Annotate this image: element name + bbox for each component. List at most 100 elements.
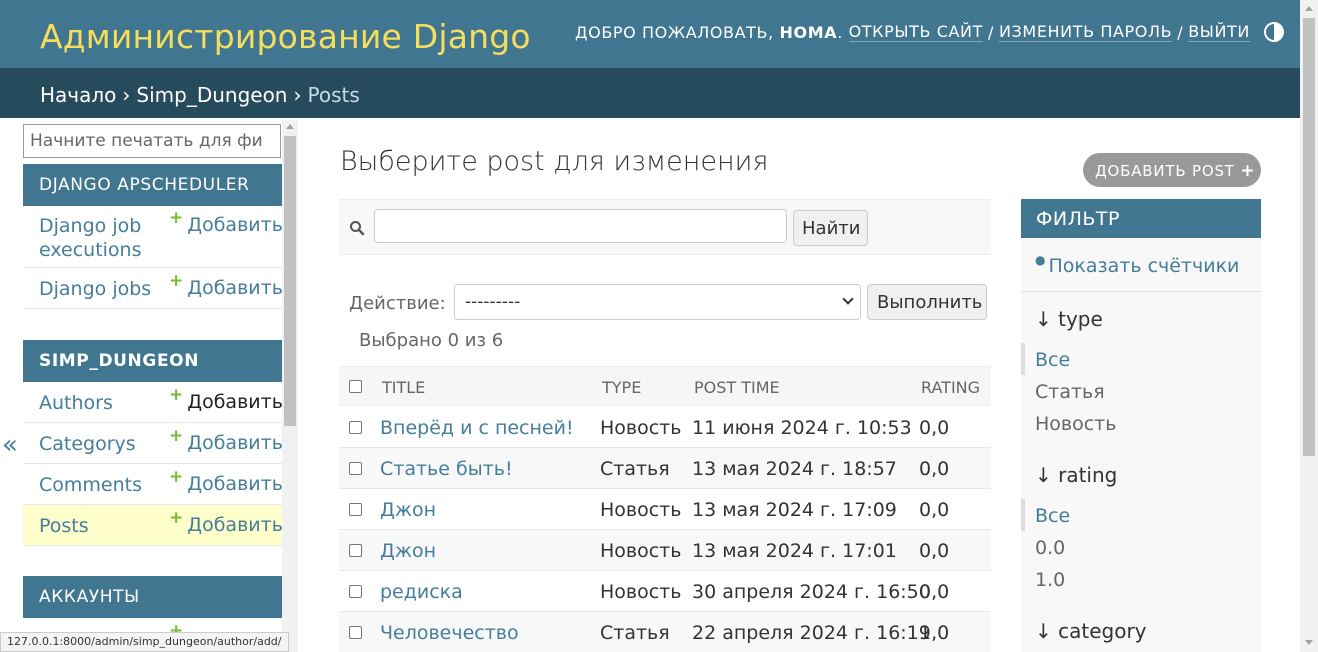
sidebar-item-comments: Comments + Добавить: [23, 464, 283, 505]
scrollbar-thumb[interactable]: [1303, 18, 1315, 456]
table-row: Джон Новость 13 мая 2024 г. 17:01 0,0: [339, 530, 991, 571]
post-type: Статья: [600, 622, 670, 644]
row-checkbox[interactable]: [349, 626, 362, 639]
post-rating: 0,0: [919, 458, 950, 480]
add-link[interactable]: + Добавить: [169, 508, 283, 536]
filter-choice[interactable]: Новость: [1035, 413, 1116, 435]
selected-marker: [1021, 499, 1025, 531]
plus-icon: +: [169, 508, 184, 528]
logout-link[interactable]: Выйти: [1188, 22, 1250, 42]
plus-icon: +: [169, 271, 184, 291]
view-site-link[interactable]: Открыть сайт: [848, 22, 983, 42]
post-title-link[interactable]: Вперёд и с песней!: [380, 417, 574, 439]
add-link[interactable]: + Добавить: [169, 467, 283, 495]
column-header-type[interactable]: Type: [602, 378, 641, 397]
model-link[interactable]: Django job executions: [39, 214, 159, 262]
show-counts-label: Показать счётчики: [1048, 255, 1240, 277]
model-link[interactable]: Django jobs: [39, 277, 151, 301]
post-title-link[interactable]: Джон: [380, 499, 436, 521]
sidebar-item-django-jobs: Django jobs + Добавить: [23, 268, 283, 309]
filter-choice[interactable]: Статья: [1035, 381, 1105, 403]
filter-choice[interactable]: 0.0: [1035, 537, 1065, 559]
changelist-filter: Фильтр ● Показать счётчики ↓ type Все Ста…: [1021, 199, 1261, 652]
show-counts-link[interactable]: ● Показать счётчики: [1035, 253, 1240, 277]
search-input[interactable]: [374, 209, 787, 243]
add-label: Добавить: [187, 277, 283, 299]
model-link[interactable]: Authors: [39, 391, 113, 415]
row-checkbox[interactable]: [349, 544, 362, 557]
eye-icon: ●: [1035, 253, 1046, 267]
chevron-down-icon: [842, 293, 854, 305]
table-row: Вперёд и с песней! Новость 11 июня 2024 …: [339, 407, 991, 448]
add-link[interactable]: + Добавить: [169, 271, 283, 299]
model-link[interactable]: Posts: [39, 514, 89, 538]
module-caption-accounts[interactable]: Аккаунты: [23, 576, 282, 618]
selected-marker: [1021, 343, 1025, 375]
select-all-checkbox[interactable]: [349, 380, 362, 393]
site-branding[interactable]: Администрирование Django: [40, 17, 531, 56]
breadcrumb-home[interactable]: Начало: [40, 83, 116, 107]
filter-heading-rating: ↓ rating: [1035, 463, 1118, 487]
sidebar-collapse-toggle[interactable]: «: [2, 430, 18, 460]
add-link[interactable]: + Добавить: [169, 426, 283, 454]
add-link[interactable]: + Добавить: [169, 385, 283, 413]
filter-choice[interactable]: Все: [1035, 349, 1070, 371]
user-tools: Добро пожаловать, HOMA. Открыть сайт / И…: [575, 22, 1284, 42]
add-link[interactable]: + Добавить: [169, 208, 283, 236]
action-select[interactable]: ---------: [454, 284, 861, 320]
sidebar-item-django-job-executions: Django job executions + Добавить: [23, 206, 283, 268]
divider: [1021, 291, 1261, 292]
separator: /: [987, 22, 994, 42]
page-scrollbar[interactable]: [1300, 0, 1318, 652]
sidebar-scrollbar[interactable]: [282, 120, 298, 652]
plus-icon: +: [1240, 161, 1256, 181]
add-post-label: Добавить post: [1095, 162, 1235, 180]
browser-status-bar: 127.0.0.1:8000/admin/simp_dungeon/author…: [0, 632, 289, 652]
module-caption-apscheduler[interactable]: Django APScheduler: [23, 164, 282, 206]
model-link[interactable]: Comments: [39, 473, 142, 497]
scroll-up-icon[interactable]: [1305, 6, 1313, 11]
scroll-down-icon[interactable]: [1305, 640, 1313, 645]
post-type: Новость: [600, 581, 682, 603]
row-checkbox[interactable]: [349, 421, 362, 434]
post-time: 11 июня 2024 г. 10:53: [692, 417, 912, 439]
scroll-up-icon[interactable]: [286, 124, 294, 129]
post-rating: 0,0: [919, 581, 950, 603]
add-post-button[interactable]: Добавить post +: [1083, 153, 1261, 187]
table-row: Статье быть! Статья 13 мая 2024 г. 18:57…: [339, 448, 991, 489]
post-type: Статья: [600, 458, 670, 480]
post-rating: 1,0: [919, 622, 950, 644]
model-link[interactable]: Categorys: [39, 432, 136, 456]
module-caption-simp-dungeon[interactable]: Simp_Dungeon: [23, 340, 282, 382]
post-title-link[interactable]: Человечество: [380, 622, 519, 644]
breadcrumb: Начало › Simp_Dungeon › Posts: [0, 68, 1300, 118]
row-checkbox[interactable]: [349, 462, 362, 475]
sidebar-filter-input[interactable]: Начните печатать для фи: [23, 124, 281, 158]
post-title-link[interactable]: Джон: [380, 540, 436, 562]
breadcrumb-app[interactable]: Simp_Dungeon: [136, 83, 287, 107]
post-title-link[interactable]: редиска: [380, 581, 463, 603]
sidebar-item-categorys: Categorys + Добавить: [23, 423, 283, 464]
filter-heading-category: ↓ category: [1035, 619, 1147, 643]
separator: /: [1177, 22, 1184, 42]
scrollbar-thumb[interactable]: [284, 136, 296, 426]
theme-toggle-icon[interactable]: [1264, 22, 1284, 42]
row-checkbox[interactable]: [349, 585, 362, 598]
search-icon: [350, 221, 365, 236]
column-header-title[interactable]: Title: [382, 378, 425, 397]
column-header-post-time[interactable]: Post time: [694, 378, 780, 397]
post-rating: 0,0: [919, 499, 950, 521]
post-title-link[interactable]: Статье быть!: [380, 458, 513, 480]
filter-choice[interactable]: 1.0: [1035, 569, 1065, 591]
change-password-link[interactable]: Изменить пароль: [998, 22, 1173, 42]
row-checkbox[interactable]: [349, 503, 362, 516]
post-time: 13 мая 2024 г. 18:57: [692, 458, 897, 480]
search-button[interactable]: Найти: [793, 210, 868, 246]
column-header-rating[interactable]: Rating: [921, 378, 980, 397]
plus-icon: +: [169, 426, 184, 446]
search-toolbar: Найти: [339, 199, 991, 255]
add-label: Добавить: [187, 514, 283, 536]
run-action-button[interactable]: Выполнить: [867, 284, 987, 320]
filter-choice[interactable]: Все: [1035, 505, 1070, 527]
add-label: Добавить: [187, 432, 283, 454]
